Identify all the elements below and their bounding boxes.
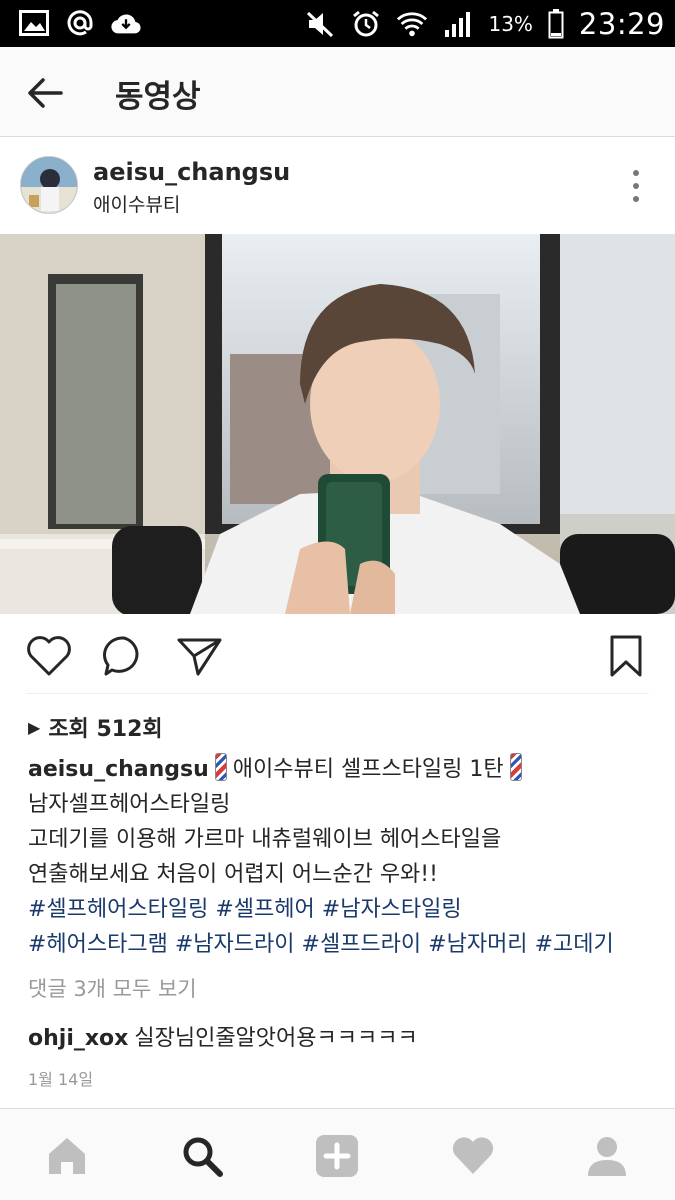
hashtag-link[interactable]: #헤어스타그램 (28, 932, 168, 957)
post-caption: aeisu_changsu 애이수뷰티 셀프스타일링 1탄 남자셀프헤어스타일링 … (28, 752, 648, 962)
action-divider (26, 693, 649, 694)
barber-pole-emoji (214, 753, 227, 781)
caption-line: 남자셀프헤어스타일링 (28, 792, 231, 817)
add-icon[interactable] (315, 1134, 359, 1178)
post-video[interactable] (0, 234, 675, 614)
search-icon[interactable] (180, 1134, 224, 1178)
heart-icon[interactable] (451, 1134, 495, 1178)
hashtag-link[interactable]: #고데기 (535, 932, 614, 957)
status-left-icons (18, 8, 142, 38)
comment-username[interactable]: ohji_xox (28, 1026, 128, 1051)
post-actions (0, 614, 675, 694)
play-triangle-icon: ▶ (28, 717, 41, 737)
post-location[interactable]: 애이수뷰티 (93, 190, 180, 217)
more-options-icon[interactable] (631, 168, 641, 204)
app-bar: 동영상 (0, 47, 675, 137)
hashtag-link[interactable]: #남자드라이 (175, 932, 295, 957)
clock: 23:29 (578, 7, 665, 41)
hashtag-link[interactable]: #남자스타일링 (322, 897, 462, 922)
like-heart-icon[interactable] (25, 634, 73, 678)
hashtag-row: #헤어스타그램 #남자드라이 #셀프드라이 #남자머리 #고데기 (28, 927, 648, 962)
view-all-comments-link[interactable]: 댓글 3개 모두 보기 (28, 973, 197, 1003)
post-header: aeisu_changsu 애이수뷰티 (0, 138, 675, 234)
bottom-navigation (0, 1108, 675, 1200)
comment-text: 실장님인줄알앗어용ㅋㅋㅋㅋㅋ (134, 1026, 418, 1051)
bookmark-icon[interactable] (606, 634, 654, 678)
cloud-download-icon (110, 8, 142, 38)
caption-line: 연출해보세요 처음이 어렵지 어느순간 우와!! (28, 862, 438, 887)
comment-bubble-icon[interactable] (100, 634, 148, 678)
mute-icon (304, 9, 336, 39)
caption-title: 애이수뷰티 셀프스타일링 1탄 (232, 757, 504, 782)
post-username[interactable]: aeisu_changsu (93, 158, 290, 186)
post-date: 1월 14일 (28, 1070, 94, 1089)
alarm-icon (350, 9, 382, 39)
profile-icon[interactable] (585, 1134, 629, 1178)
page-title: 동영상 (115, 79, 201, 115)
share-send-icon[interactable] (176, 634, 224, 678)
video-frame-image (0, 234, 675, 614)
view-count[interactable]: ▶ 조회 512회 (28, 711, 163, 743)
comment-item: ohji_xox 실장님인줄알앗어용ㅋㅋㅋㅋㅋ (28, 1020, 418, 1052)
battery-percent: 13% (488, 12, 533, 36)
caption-first-line: aeisu_changsu 애이수뷰티 셀프스타일링 1탄 (28, 752, 648, 787)
battery-icon (547, 9, 565, 39)
back-arrow-icon[interactable] (25, 73, 65, 113)
caption-username[interactable]: aeisu_changsu (28, 757, 209, 782)
home-icon[interactable] (45, 1134, 89, 1178)
view-count-label: 조회 512회 (48, 717, 163, 742)
wifi-icon (396, 9, 428, 39)
at-icon (64, 8, 96, 38)
hashtag-link[interactable]: #셀프드라이 (302, 932, 422, 957)
status-bar: 13% 23:29 (0, 0, 675, 47)
image-icon (18, 8, 50, 38)
barber-pole-emoji (509, 753, 522, 781)
caption-line: 고데기를 이용해 가르마 내츄럴웨이브 헤어스타일을 (28, 827, 502, 852)
hashtag-row: #셀프헤어스타일링 #셀프헤어 #남자스타일링 (28, 892, 648, 927)
hashtag-link[interactable]: #셀프헤어 (215, 897, 314, 922)
signal-icon (442, 9, 474, 39)
hashtag-link[interactable]: #셀프헤어스타일링 (28, 897, 208, 922)
avatar[interactable] (20, 156, 78, 214)
status-right-icons: 13% 23:29 (304, 4, 665, 44)
hashtag-link[interactable]: #남자머리 (428, 932, 527, 957)
